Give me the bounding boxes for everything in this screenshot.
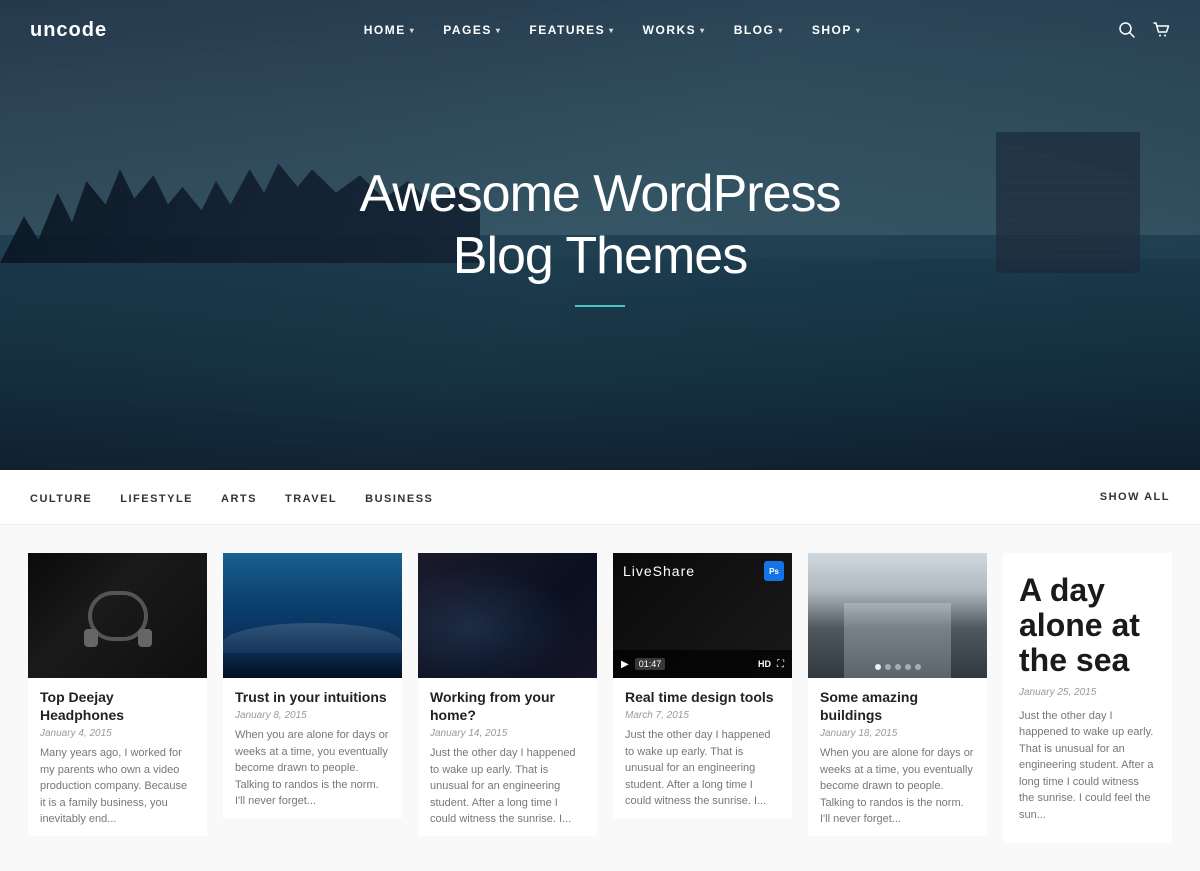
post-thumbnail-laptop[interactable]: [418, 553, 597, 678]
slider-dot: [915, 664, 921, 670]
show-all-link[interactable]: SHOW ALL: [1100, 491, 1170, 503]
fullscreen-icon[interactable]: ⛶: [777, 659, 784, 670]
nav-item-home[interactable]: HOME ▾: [364, 23, 416, 37]
navbar: uncode HOME ▾ PAGES ▾ FEATURES ▾ WORKS ▾…: [0, 0, 1200, 60]
post-date: January 25, 2015: [1019, 687, 1156, 698]
chevron-down-icon: ▾: [700, 26, 706, 35]
hero-content: Awesome WordPress Blog Themes: [359, 163, 840, 308]
hero-section: Awesome WordPress Blog Themes: [0, 0, 1200, 470]
brand-logo[interactable]: uncode: [30, 19, 107, 42]
post-excerpt: Many years ago, I worked for my parents …: [40, 745, 195, 828]
tab-arts[interactable]: ARTS: [221, 489, 257, 505]
post-date: January 18, 2015: [820, 728, 975, 739]
video-controls[interactable]: ▶ 01:47 HD ⛶: [613, 650, 792, 678]
post-big-title[interactable]: A day alone at the sea: [1019, 573, 1156, 679]
photoshop-badge: Ps: [764, 561, 784, 581]
chevron-down-icon: ▾: [856, 26, 862, 35]
post-title[interactable]: Top Deejay Headphones: [40, 688, 195, 724]
chevron-down-icon: ▾: [609, 26, 615, 35]
posts-grid: Top Deejay Headphones January 4, 2015 Ma…: [0, 525, 1200, 871]
hero-divider: [575, 305, 625, 307]
nav-item-works[interactable]: WORKS ▾: [643, 23, 706, 37]
slider-dot: [885, 664, 891, 670]
post-title[interactable]: Some amazing buildings: [820, 688, 975, 724]
nav-menu: HOME ▾ PAGES ▾ FEATURES ▾ WORKS ▾ BLOG ▾…: [364, 23, 862, 37]
post-date: March 7, 2015: [625, 710, 780, 721]
chevron-down-icon: ▾: [410, 26, 416, 35]
video-time: 01:47: [635, 658, 666, 670]
slider-dot: [875, 664, 881, 670]
post-card-headphones: Top Deejay Headphones January 4, 2015 Ma…: [20, 545, 215, 851]
play-button[interactable]: ▶: [621, 659, 629, 670]
post-card-waves: Trust in your intuitions January 8, 2015…: [215, 545, 410, 851]
search-icon[interactable]: [1118, 21, 1136, 39]
chevron-down-icon: ▾: [778, 26, 784, 35]
post-excerpt: Just the other day I happened to wake up…: [625, 727, 780, 810]
post-thumbnail-buildings[interactable]: [808, 553, 987, 678]
post-thumbnail-video[interactable]: LiveShare Ps ▶ 01:47 HD ⛶: [613, 553, 792, 678]
post-date: January 4, 2015: [40, 728, 195, 739]
post-card-text: A day alone at the sea January 25, 2015 …: [995, 545, 1180, 851]
nav-item-pages[interactable]: PAGES ▾: [443, 23, 501, 37]
video-label: LiveShare: [623, 563, 695, 579]
headphones-graphic: [88, 591, 148, 641]
post-date: January 14, 2015: [430, 728, 585, 739]
cart-icon[interactable]: [1152, 21, 1170, 39]
post-excerpt: Just the other day I happened to wake up…: [430, 745, 585, 828]
post-card-laptop: Working from your home? January 14, 2015…: [410, 545, 605, 851]
category-tabs: CULTURE LIFESTYLE ARTS TRAVEL BUSINESS: [30, 489, 433, 505]
category-bar: CULTURE LIFESTYLE ARTS TRAVEL BUSINESS S…: [0, 470, 1200, 525]
post-card-buildings: Some amazing buildings January 18, 2015 …: [800, 545, 995, 851]
hero-title: Awesome WordPress Blog Themes: [359, 163, 840, 288]
nav-icons: [1118, 21, 1170, 39]
post-title[interactable]: Trust in your intuitions: [235, 688, 390, 706]
post-title[interactable]: Working from your home?: [430, 688, 585, 724]
post-date: January 8, 2015: [235, 710, 390, 721]
post-thumbnail-headphones[interactable]: [28, 553, 207, 678]
tab-travel[interactable]: TRAVEL: [285, 489, 337, 505]
nav-item-features[interactable]: FEATURES ▾: [529, 23, 614, 37]
tab-culture[interactable]: CULTURE: [30, 489, 92, 505]
slider-dot: [895, 664, 901, 670]
tab-lifestyle[interactable]: LIFESTYLE: [120, 489, 193, 505]
hd-badge: HD: [758, 659, 771, 669]
post-card-video: LiveShare Ps ▶ 01:47 HD ⛶ Real time desi…: [605, 545, 800, 851]
post-excerpt: Just the other day I happened to wake up…: [1019, 708, 1156, 824]
slider-dots: [875, 664, 921, 670]
post-thumbnail-waves[interactable]: [223, 553, 402, 678]
post-title[interactable]: Real time design tools: [625, 688, 780, 706]
tab-business[interactable]: BUSINESS: [365, 489, 433, 505]
post-excerpt: When you are alone for days or weeks at …: [820, 745, 975, 828]
chevron-down-icon: ▾: [496, 26, 502, 35]
nav-item-shop[interactable]: SHOP ▾: [812, 23, 862, 37]
post-excerpt: When you are alone for days or weeks at …: [235, 727, 390, 810]
slider-dot: [905, 664, 911, 670]
nav-item-blog[interactable]: BLOG ▾: [734, 23, 784, 37]
